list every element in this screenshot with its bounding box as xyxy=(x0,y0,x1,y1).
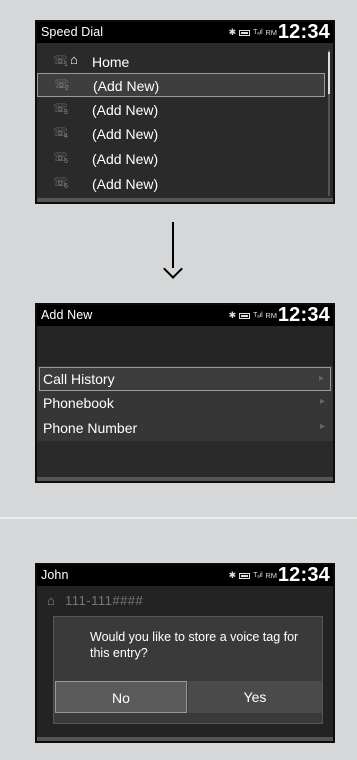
speed-dial-screen: Speed Dial ✱ Tₐıl RM 12:34 ☏ 1 ⌂ Home ☏ … xyxy=(35,20,335,204)
signal-icon: Tₐıl xyxy=(253,572,263,579)
panel-divider xyxy=(0,517,357,519)
dialog-message: Would you like to store a voice tag for … xyxy=(90,630,299,660)
entry-label: (Add New) xyxy=(92,151,159,167)
chevron-right-icon: ▸ xyxy=(319,396,325,407)
yes-button[interactable]: Yes xyxy=(188,681,322,713)
speed-dial-entry-4[interactable]: ☏ 4 (Add New) xyxy=(37,122,325,146)
bottom-bar xyxy=(37,737,333,741)
speed-dial-entry-3[interactable]: ☏ 3 (Add New) xyxy=(37,98,325,122)
add-new-screen: Add New ✱ Tₐıl RM 12:34 Call History ▸ P… xyxy=(35,303,335,483)
speed-dial-entry-5[interactable]: ☏ 5 (Add New) xyxy=(37,147,325,171)
status-icons: ✱ Tₐıl RM xyxy=(228,27,277,38)
speed-dial-entry-1[interactable]: ☏ 1 ⌂ Home xyxy=(37,50,325,74)
entry-number: 1 xyxy=(64,61,68,68)
title-bar: John ✱ Tₐıl RM 12:34 xyxy=(37,565,333,586)
home-icon: ⌂ xyxy=(70,52,78,67)
status-icons: ✱ Tₐıl RM xyxy=(228,310,277,321)
voice-tag-screen: John ✱ Tₐıl RM 12:34 ⌂ 111-111#### Would… xyxy=(35,563,335,743)
entry-label: (Add New) xyxy=(92,126,159,142)
menu-item-label: Phonebook xyxy=(43,395,114,411)
entry-label: Home xyxy=(92,54,130,70)
roaming-indicator: RM xyxy=(265,28,277,37)
screen-title: John xyxy=(41,568,69,582)
entry-number: 4 xyxy=(64,133,68,140)
title-bar: Add New ✱ Tₐıl RM 12:34 xyxy=(37,305,333,326)
bottom-bar xyxy=(37,198,333,202)
entry-number: 3 xyxy=(64,109,68,116)
menu-item-call-history[interactable]: Call History ▸ xyxy=(39,367,331,391)
contact-number: 111-111#### xyxy=(65,593,144,608)
clock: 12:34 xyxy=(277,564,330,586)
entry-number: 2 xyxy=(65,85,69,92)
roaming-indicator: RM xyxy=(265,571,277,580)
roaming-indicator: RM xyxy=(265,311,277,320)
entry-label: (Add New) xyxy=(92,102,159,118)
bottom-bar xyxy=(37,477,333,481)
signal-icon: Tₐıl xyxy=(253,312,263,319)
menu-item-label: Call History xyxy=(43,371,115,387)
header-area xyxy=(37,326,333,366)
clock: 12:34 xyxy=(277,304,330,326)
title-bar: Speed Dial ✱ Tₐıl RM 12:34 xyxy=(37,22,333,43)
clock: 12:34 xyxy=(277,21,330,43)
battery-icon xyxy=(239,29,251,36)
entry-label: (Add New) xyxy=(93,78,160,94)
status-icons: ✱ Tₐıl RM xyxy=(228,570,277,581)
bluetooth-icon: ✱ xyxy=(228,570,237,580)
voice-tag-dialog: Would you like to store a voice tag for … xyxy=(53,616,323,724)
scrollbar-thumb[interactable] xyxy=(328,52,330,94)
entry-label: (Add New) xyxy=(92,176,159,192)
home-icon: ⌂ xyxy=(47,593,55,608)
speed-dial-entry-2[interactable]: ☏ 2 (Add New) xyxy=(37,73,325,97)
no-button[interactable]: No xyxy=(55,681,187,713)
speed-dial-entry-6[interactable]: ☏ 6 (Add New) xyxy=(37,172,325,196)
screen-title: Speed Dial xyxy=(41,25,104,39)
battery-icon xyxy=(239,312,251,319)
chevron-right-icon: ▸ xyxy=(318,373,324,384)
battery-icon xyxy=(239,572,251,579)
menu-item-label: Phone Number xyxy=(43,420,138,436)
menu-item-phonebook[interactable]: Phonebook ▸ xyxy=(39,391,331,415)
bluetooth-icon: ✱ xyxy=(228,27,237,37)
menu-item-phone-number[interactable]: Phone Number ▸ xyxy=(39,416,331,440)
entry-number: 6 xyxy=(64,183,68,190)
signal-icon: Tₐıl xyxy=(253,29,263,36)
screen-title: Add New xyxy=(41,308,93,322)
bluetooth-icon: ✱ xyxy=(228,310,237,320)
chevron-right-icon: ▸ xyxy=(319,421,325,432)
entry-number: 5 xyxy=(64,158,68,165)
